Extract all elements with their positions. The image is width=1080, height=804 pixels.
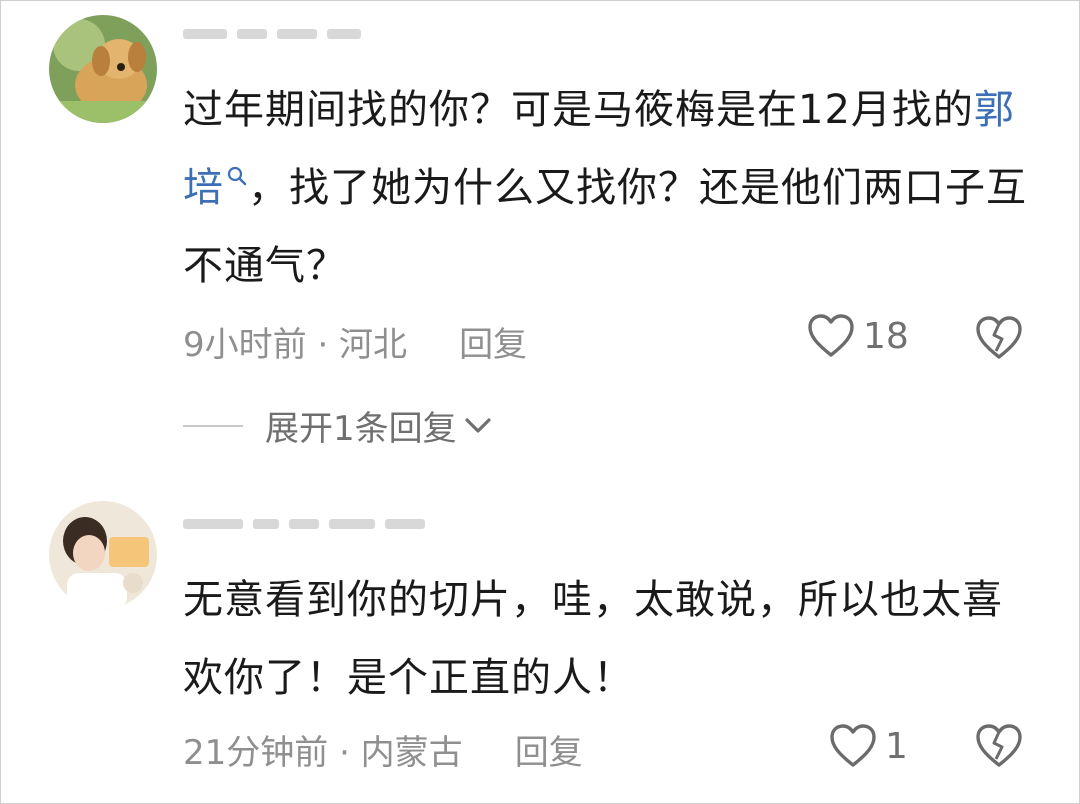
like-count: 1: [885, 725, 908, 767]
divider: [183, 424, 243, 427]
expand-replies-button[interactable]: 展开1条回复: [183, 401, 493, 450]
like-count: 18: [863, 315, 909, 357]
heart-outline-icon: [808, 314, 854, 357]
comment-list: 过年期间找的你？可是马筱梅是在12月找的郭培 ，找了她为什么又找你？还是他们两口子…: [0, 0, 1080, 804]
timestamp-location: 21分钟前 · 内蒙古: [183, 733, 463, 773]
comment-body: 过年期间找的你？可是马筱梅是在12月找的郭培 ，找了她为什么又找你？还是他们两口子…: [183, 71, 1043, 305]
avatar[interactable]: [49, 501, 157, 609]
broken-heart-icon[interactable]: [975, 723, 1023, 769]
magnifier-icon[interactable]: [226, 165, 248, 187]
comment-meta: 21分钟前 · 内蒙古 回复: [183, 725, 583, 774]
reply-button[interactable]: 回复: [459, 325, 527, 365]
like-button[interactable]: 18: [807, 313, 909, 359]
timestamp-location: 9小时前 · 河北: [183, 325, 408, 365]
comment-text: ，找了她为什么又找你？还是他们两口子互不通气？: [183, 165, 1027, 289]
reply-button[interactable]: 回复: [515, 733, 583, 773]
avatar[interactable]: [49, 15, 157, 123]
comment-text: 过年期间找的你？可是马筱梅是在12月找的: [183, 87, 974, 133]
username-redacted[interactable]: [183, 513, 435, 553]
username-redacted[interactable]: [183, 23, 371, 63]
comment-body: 无意看到你的切片，哇，太敢说，所以也太喜欢你了！是个正直的人！: [183, 577, 1003, 701]
heart-outline-icon: [830, 724, 876, 767]
broken-heart-icon[interactable]: [975, 315, 1023, 361]
like-button[interactable]: 1: [829, 723, 908, 769]
expand-label: 展开1条回复: [265, 409, 457, 449]
chevron-down-icon: [465, 417, 491, 433]
comment-meta: 9小时前 · 河北 回复: [183, 317, 527, 366]
